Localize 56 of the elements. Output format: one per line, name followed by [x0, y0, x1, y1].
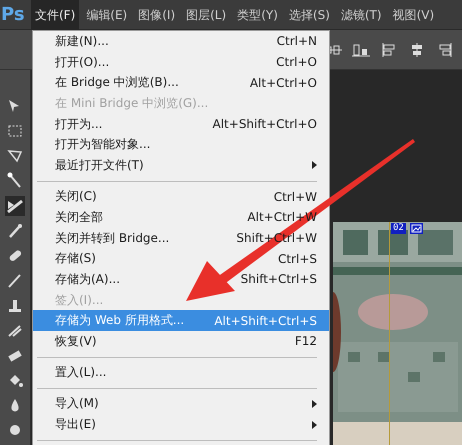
menu-item-label: 恢复(V): [55, 332, 97, 350]
menu-item-label: 打开(O)...: [55, 54, 110, 71]
menu-item-label: 存储为 Web 所用格式...: [55, 312, 184, 330]
menu-item-label: 新建(N)...: [55, 32, 109, 50]
menu-item[interactable]: 打开为智能对象...: [33, 134, 329, 156]
menu-bar-item[interactable]: 编辑(E): [82, 0, 132, 30]
menu-item-label: 置入(L)...: [55, 364, 106, 382]
menu-bar-item[interactable]: 文件(F): [31, 0, 80, 30]
menu-bar-item[interactable]: 类型(Y): [233, 0, 282, 30]
menu-item[interactable]: 导出(E): [33, 414, 329, 435]
crop-tool-icon[interactable]: [5, 196, 25, 216]
menu-item[interactable]: 存储为(A)... Shift+Ctrl+S: [33, 269, 329, 290]
menu-bar-item[interactable]: 选择(S): [284, 0, 334, 30]
menu-bar-item[interactable]: 视图(V): [388, 0, 438, 30]
menu-item-label: 打开为智能对象...: [55, 136, 150, 154]
submenu-arrow-icon: [312, 400, 317, 408]
menu-item[interactable]: 恢复(V) F12: [33, 331, 329, 352]
shortcut-label: Shift+Ctrl+S: [240, 272, 317, 286]
menu-bar-item[interactable]: 图像(I): [134, 0, 180, 30]
menu-item-label: 签入(I)...: [55, 292, 104, 309]
menu-item[interactable]: 导入(M): [33, 394, 329, 414]
menu-item-label: 导入(M): [55, 395, 99, 412]
shortcut-label: Alt+Shift+Ctrl+O: [212, 117, 317, 132]
menu-item-label: 在 Bridge 中浏览(B)...: [55, 74, 179, 92]
menu-item-label: 在 Mini Bridge 中浏览(G)...: [55, 94, 208, 112]
menu-item[interactable]: 存储(S) Ctrl+S: [33, 248, 329, 270]
menu-item-label: 关闭并转到 Bridge...: [55, 230, 170, 247]
menu-item-label: 关闭全部: [55, 208, 103, 226]
shortcut-label: Ctrl+W: [274, 190, 317, 204]
shortcut-label: F12: [294, 334, 317, 348]
shortcut-label: Ctrl+O: [276, 55, 317, 70]
menu-bar-item[interactable]: 图层(L): [182, 0, 230, 30]
submenu-arrow-icon: [312, 161, 317, 170]
menu-bar-item[interactable]: 滤镜(T): [336, 0, 386, 30]
menu-item-label: 存储为(A)...: [55, 270, 120, 288]
menu-item-label: 最近打开文件(T): [55, 156, 144, 174]
app-logo: Ps: [0, 4, 26, 25]
menu-item[interactable]: 最近打开文件(T): [33, 155, 329, 176]
menu-item[interactable]: 关闭(C) Ctrl+W: [33, 186, 329, 207]
menu-item[interactable]: 在 Bridge 中浏览(B)... Alt+Ctrl+O: [33, 72, 329, 94]
shortcut-label: Alt+Shift+Ctrl+S: [214, 314, 317, 328]
menu-item[interactable]: 新建(N)... Ctrl+N: [33, 31, 329, 52]
menu-item[interactable]: 打开(O)... Ctrl+O: [33, 52, 329, 72]
menu-item-label: 打开为...: [55, 116, 102, 133]
shortcut-label: Alt+Ctrl+O: [250, 76, 317, 90]
menu-item-label: 存储(S): [55, 250, 96, 268]
shortcut-label: Ctrl+N: [276, 34, 317, 48]
menu-item[interactable]: 打开为... Alt+Shift+Ctrl+O: [33, 114, 329, 134]
menu-item-label: 导出(E): [55, 416, 96, 434]
image-icon: [410, 223, 423, 234]
align-icon[interactable]: [352, 42, 370, 58]
slice-number: 02: [391, 223, 406, 234]
menu-item[interactable]: 置入(L)...: [33, 362, 329, 383]
submenu-arrow-icon: [312, 420, 317, 429]
menu-item-label: 关闭(C): [55, 188, 97, 206]
shortcut-label: Ctrl+S: [278, 252, 317, 266]
